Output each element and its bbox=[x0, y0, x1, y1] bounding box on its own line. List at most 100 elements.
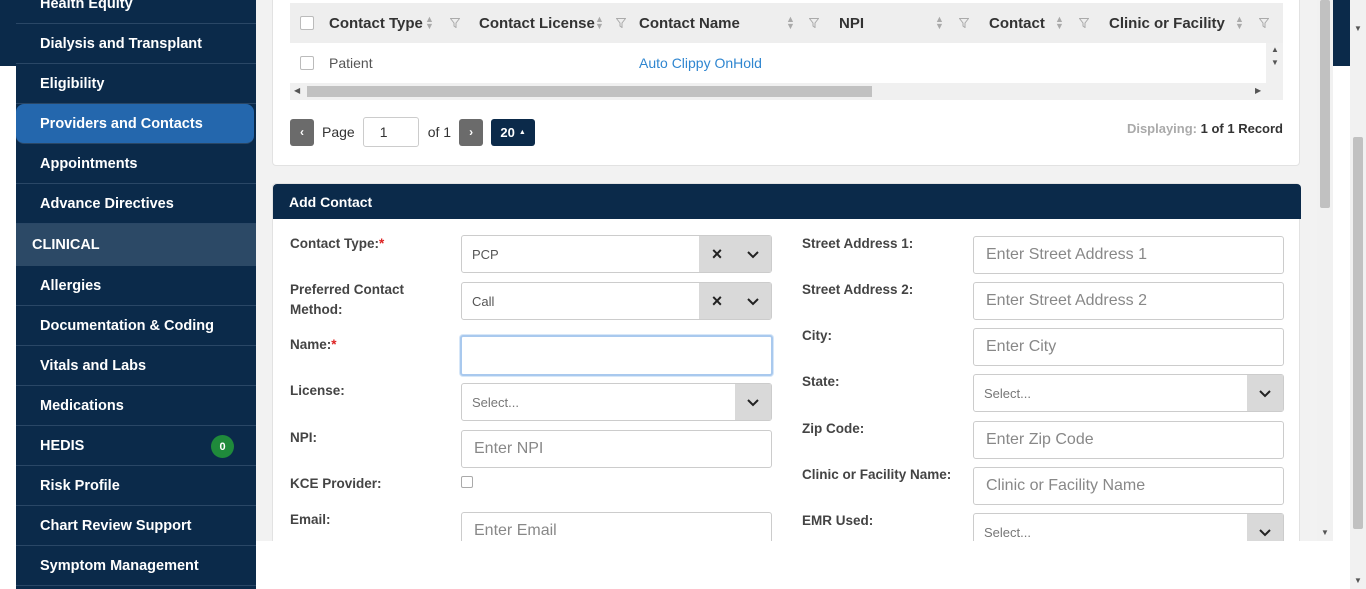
sidebar-item-advance-directives[interactable]: Advance Directives bbox=[16, 184, 256, 224]
contact-type-select[interactable]: PCP × bbox=[461, 235, 772, 273]
license-label: License: bbox=[290, 383, 345, 398]
select-tools: × bbox=[699, 236, 771, 272]
page-size-selector[interactable]: 20 ▲ bbox=[491, 118, 536, 146]
chevron-down-icon[interactable] bbox=[735, 294, 771, 309]
preferred-contact-label: Preferred Contact Method: bbox=[290, 282, 405, 317]
scrollbar-thumb[interactable] bbox=[1320, 0, 1330, 208]
sidebar-item-eligibility[interactable]: Eligibility bbox=[16, 64, 256, 104]
sidebar-item-label: Vitals and Labs bbox=[40, 357, 147, 374]
sidebar-item-health-equity[interactable]: Health Equity bbox=[16, 0, 256, 24]
clear-icon[interactable]: × bbox=[699, 291, 735, 312]
email-input[interactable]: Enter Email bbox=[461, 512, 772, 541]
scroll-down-arrow-icon[interactable]: ▼ bbox=[1354, 24, 1362, 33]
kce-provider-checkbox[interactable] bbox=[461, 476, 473, 488]
sidebar-item-providers-contacts[interactable]: Providers and Contacts bbox=[16, 104, 254, 144]
sidebar-item-label: Chart Review Support bbox=[40, 517, 192, 534]
next-page-button[interactable]: › bbox=[459, 118, 484, 146]
sidebar-item-label: Symptom Management bbox=[40, 557, 199, 574]
street2-input[interactable]: Enter Street Address 2 bbox=[973, 282, 1284, 320]
city-label: City: bbox=[802, 328, 832, 343]
filter-icon[interactable] bbox=[959, 18, 969, 28]
zip-input[interactable]: Enter Zip Code bbox=[973, 421, 1284, 459]
chevron-down-icon[interactable] bbox=[1247, 386, 1283, 401]
sidebar-item-allergies[interactable]: Allergies bbox=[16, 266, 256, 306]
sort-icon[interactable]: ▲ ▼ bbox=[1055, 15, 1064, 31]
page-size-value: 20 bbox=[500, 124, 515, 140]
column-header-npi[interactable]: NPI ▲ ▼ bbox=[839, 3, 989, 43]
zip-label: Zip Code: bbox=[802, 421, 865, 436]
prev-page-button[interactable]: ‹ bbox=[290, 118, 314, 146]
scroll-up-arrow-icon[interactable]: ▲ bbox=[1271, 45, 1279, 54]
chevron-down-icon[interactable] bbox=[1247, 525, 1283, 540]
sidebar-item-risk-profile[interactable]: Risk Profile bbox=[16, 466, 256, 506]
column-header-contact[interactable]: Contact ▲ ▼ bbox=[989, 3, 1109, 43]
select-all-checkbox[interactable] bbox=[300, 16, 314, 30]
license-placeholder: Select... bbox=[472, 394, 519, 410]
sidebar-item-chart-review[interactable]: Chart Review Support bbox=[16, 506, 256, 546]
record-count: Displaying: 1 of 1 Record bbox=[1127, 121, 1283, 136]
required-mark: * bbox=[331, 337, 337, 352]
row-checkbox[interactable] bbox=[300, 56, 314, 70]
page-label: Page bbox=[322, 124, 355, 140]
sort-icon[interactable]: ▲ ▼ bbox=[425, 15, 434, 31]
column-header-clinic[interactable]: Clinic or Facility ▲ ▼ bbox=[1109, 3, 1279, 43]
cell-contact-name-link[interactable]: Auto Clippy OnHold bbox=[639, 55, 762, 71]
sidebar-item-documentation[interactable]: Documentation & Coding bbox=[16, 306, 256, 346]
column-header-contact-license[interactable]: Contact License ▲ ▼ bbox=[479, 3, 639, 43]
sort-icon[interactable]: ▲ ▼ bbox=[1235, 15, 1244, 31]
filter-icon[interactable] bbox=[616, 18, 626, 28]
chevron-down-icon[interactable] bbox=[735, 395, 771, 410]
scrollbar-thumb[interactable] bbox=[1353, 137, 1363, 529]
clear-icon[interactable]: × bbox=[699, 244, 735, 265]
sort-icon[interactable]: ▲ ▼ bbox=[786, 15, 795, 31]
license-select[interactable]: Select... bbox=[461, 383, 772, 421]
state-select[interactable]: Select... bbox=[973, 374, 1284, 412]
emr-select[interactable]: Select... bbox=[973, 513, 1284, 541]
sort-icon[interactable]: ▲ ▼ bbox=[595, 15, 604, 31]
sort-icon[interactable]: ▲ ▼ bbox=[935, 15, 944, 31]
scroll-down-arrow-icon[interactable]: ▼ bbox=[1354, 576, 1362, 585]
scroll-left-arrow-icon[interactable]: ◀ bbox=[294, 86, 300, 95]
filter-icon[interactable] bbox=[1079, 18, 1089, 28]
table-row[interactable]: Patient Auto Clippy OnHold bbox=[290, 43, 1283, 83]
displaying-value: 1 of 1 Record bbox=[1200, 121, 1283, 136]
grid-horizontal-scrollbar[interactable]: ◀ ▶ bbox=[290, 83, 1283, 100]
clinic-input[interactable]: Clinic or Facility Name bbox=[973, 467, 1284, 505]
add-contact-header: Add Contact bbox=[273, 184, 1301, 219]
sidebar: Health Equity Dialysis and Transplant El… bbox=[16, 0, 256, 589]
sidebar-item-label: Dialysis and Transplant bbox=[40, 35, 202, 52]
sidebar-item-dialysis[interactable]: Dialysis and Transplant bbox=[16, 24, 256, 64]
sidebar-item-medications[interactable]: Medications bbox=[16, 386, 256, 426]
preferred-contact-select[interactable]: Call × bbox=[461, 282, 772, 320]
sidebar-item-appointments[interactable]: Appointments bbox=[16, 144, 256, 184]
npi-input[interactable]: Enter NPI bbox=[461, 430, 772, 468]
filter-icon[interactable] bbox=[809, 18, 819, 28]
column-header-label: NPI bbox=[839, 14, 865, 32]
filter-icon[interactable] bbox=[450, 18, 460, 28]
column-header-contact-type[interactable]: Contact Type ▲ ▼ bbox=[329, 3, 479, 43]
name-input[interactable] bbox=[460, 335, 773, 376]
cell-contact-type: Patient bbox=[329, 55, 373, 71]
scroll-right-arrow-icon[interactable]: ▶ bbox=[1255, 86, 1261, 95]
content-vertical-scrollbar[interactable]: ▼ bbox=[1317, 0, 1333, 541]
city-input[interactable]: Enter City bbox=[973, 328, 1284, 366]
chevron-down-icon[interactable] bbox=[735, 247, 771, 262]
scroll-down-arrow-icon[interactable]: ▼ bbox=[1321, 528, 1329, 537]
sidebar-section-clinical[interactable]: CLINICAL bbox=[16, 224, 256, 266]
filter-icon[interactable] bbox=[1259, 18, 1269, 28]
column-header-contact-name[interactable]: Contact Name ▲ ▼ bbox=[639, 3, 839, 43]
select-tools: × bbox=[699, 283, 771, 319]
window-vertical-scrollbar[interactable]: ▼ ▼ bbox=[1350, 0, 1366, 589]
sidebar-item-symptom-management[interactable]: Symptom Management bbox=[16, 546, 256, 586]
state-label: State: bbox=[802, 374, 840, 389]
sidebar-item-vitals[interactable]: Vitals and Labs bbox=[16, 346, 256, 386]
add-contact-panel: Add Contact Contact Type:* PCP × Preferr… bbox=[272, 183, 1301, 541]
scroll-down-arrow-icon[interactable]: ▼ bbox=[1271, 58, 1279, 67]
street1-input[interactable]: Enter Street Address 1 bbox=[973, 236, 1284, 274]
sidebar-item-label: Advance Directives bbox=[40, 195, 174, 212]
scrollbar-thumb[interactable] bbox=[307, 86, 872, 97]
grid-header: Contact Type ▲ ▼ Contact License ▲ ▼ Conta… bbox=[290, 3, 1283, 43]
page-count-label: of 1 bbox=[427, 124, 452, 140]
page-number-input[interactable]: 1 bbox=[362, 117, 419, 147]
sidebar-item-hedis[interactable]: HEDIS 0 bbox=[16, 426, 256, 466]
